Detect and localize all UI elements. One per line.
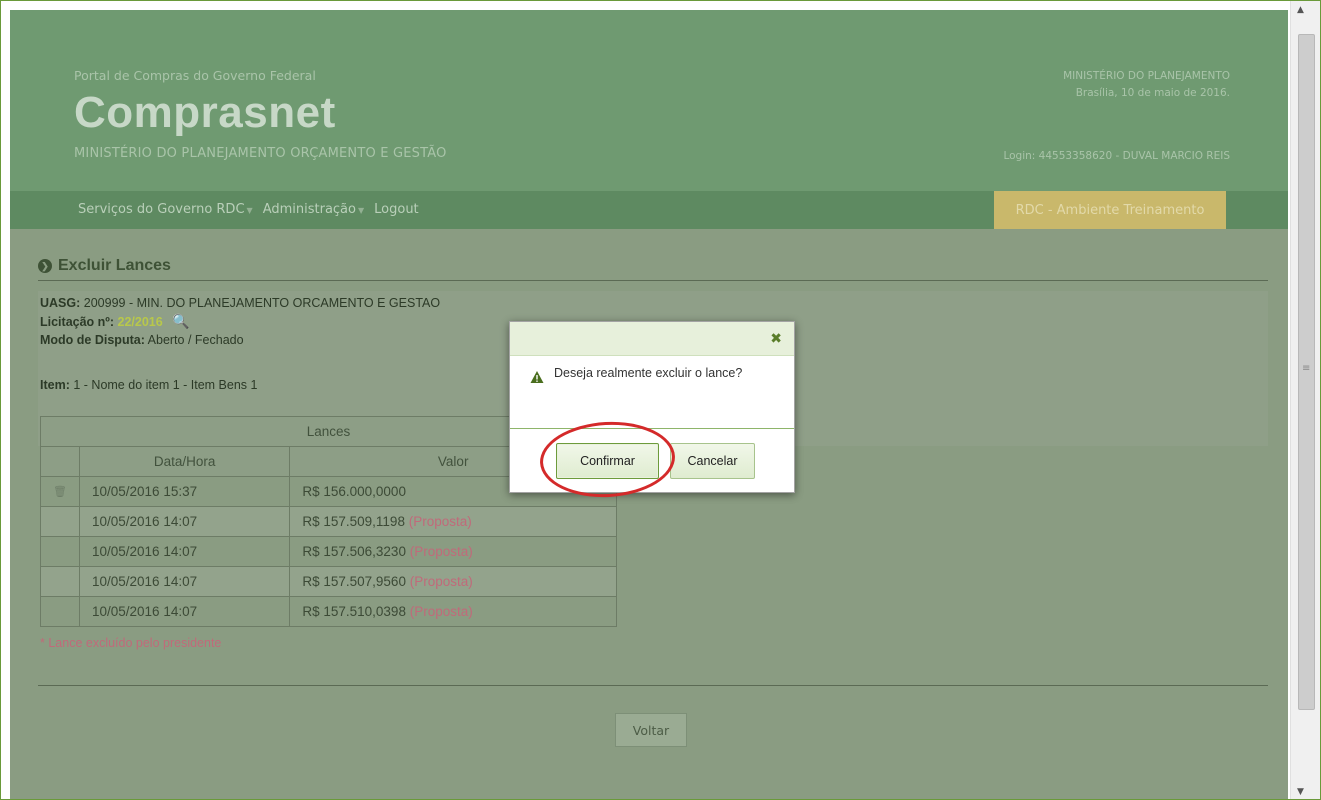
confirm-dialog: ✖ Deseja realmente excluir o lance? Conf… (509, 321, 795, 501)
uasg-label: UASG: (40, 296, 81, 310)
grip-icon: ≡ (1302, 363, 1311, 374)
valor-text: R$ 157.509,1198 (302, 514, 405, 529)
vertical-scrollbar[interactable]: ▲ ≡ ▼ (1290, 1, 1320, 799)
nav-menu: Serviços do Governo RDC ▼ Administração ▼ … (78, 202, 419, 217)
cell-data-hora: 10/05/2016 14:07 (78, 536, 291, 567)
nav-item-administracao[interactable]: Administração ▼ (263, 202, 364, 217)
bottom-divider (38, 685, 1268, 686)
cell-data-hora: 10/05/2016 15:37 (78, 476, 291, 507)
cancel-button[interactable]: Cancelar (670, 443, 755, 479)
voltar-button[interactable]: Voltar (615, 713, 687, 747)
site-header: Portal de Compras do Governo Federal Com… (10, 10, 1288, 229)
browser-frame: Portal de Compras do Governo Federal Com… (0, 0, 1321, 800)
licitacao-number: 22/2016 (117, 315, 163, 329)
proposta-tag: (Proposta) (409, 544, 473, 559)
column-header-data-hora: Data/Hora (78, 446, 291, 477)
uasg-value: 200999 - MIN. DO PLANEJAMENTO ORCAMENTO … (83, 296, 441, 310)
magnifier-icon[interactable]: 🔍 (172, 313, 190, 329)
chevron-down-icon: ▼ (246, 206, 253, 215)
empty-cell (40, 596, 80, 627)
page-title-text: Excluir Lances (58, 257, 171, 274)
modo-row: Modo de Disputa: Aberto / Fechado (40, 333, 244, 347)
ministry-subtitle: MINISTÉRIO DO PLANEJAMENTO ORÇAMENTO E G… (74, 146, 447, 161)
cell-data-hora: 10/05/2016 14:07 (78, 566, 291, 597)
table-row: 10/05/2016 14:07 R$ 157.509,1198 (Propost… (40, 506, 617, 537)
valor-text: R$ 156.000,0000 (302, 484, 406, 499)
licitacao-label: Licitação nº: (40, 315, 115, 329)
cell-data-hora: 10/05/2016 14:07 (78, 596, 291, 627)
table-body: 🗑 10/05/2016 15:37 R$ 156.000,0000 10/05/20… (40, 476, 617, 627)
title-divider (38, 280, 1268, 281)
empty-cell (40, 506, 80, 537)
licitacao-row: Licitação nº: 22/2016 🔍 (40, 313, 190, 329)
login-info: Login: 44553358620 - DUVAL MARCIO REIS (1003, 150, 1230, 162)
nav-bar: Serviços do Governo RDC ▼ Administração ▼ … (10, 191, 1288, 229)
scroll-down-icon[interactable]: ▼ (1297, 787, 1304, 797)
page-title: ❯ Excluir Lances (38, 257, 171, 275)
chevron-down-icon: ▼ (357, 206, 365, 215)
warning-icon (530, 371, 544, 383)
empty-cell (40, 566, 80, 597)
proposta-tag: (Proposta) (409, 604, 473, 619)
main-content: ❯ Excluir Lances UASG: 200999 - MIN. DO … (10, 229, 1288, 799)
column-icon (40, 446, 80, 477)
item-row: Item: 1 - Nome do item 1 - Item Bens 1 (40, 378, 257, 392)
valor-text: R$ 157.507,9560 (302, 574, 406, 589)
portal-label: Portal de Compras do Governo Federal (74, 68, 316, 83)
brand-logo[interactable]: Comprasnet (74, 88, 336, 138)
item-value: 1 - Nome do item 1 - Item Bens 1 (73, 378, 258, 392)
table-row: 10/05/2016 14:07 R$ 157.510,0398 (Propost… (40, 596, 617, 627)
dialog-message: Deseja realmente excluir o lance? (554, 366, 743, 380)
valor-text: R$ 157.506,3230 (302, 544, 406, 559)
trash-icon[interactable]: 🗑 (40, 476, 80, 507)
arrow-right-icon: ❯ (38, 259, 52, 273)
scroll-up-icon[interactable]: ▲ (1297, 5, 1304, 15)
cell-valor: R$ 157.510,0398 (Proposta) (289, 596, 617, 627)
cell-valor: R$ 157.509,1198 (Proposta) (289, 506, 617, 537)
nav-item-servicos[interactable]: Serviços do Governo RDC ▼ (78, 202, 253, 217)
exclusion-note: * Lance excluído pelo presidente (40, 636, 222, 650)
scroll-thumb[interactable]: ≡ (1298, 34, 1315, 710)
cell-valor: R$ 157.507,9560 (Proposta) (289, 566, 617, 597)
header-ministry: MINISTÉRIO DO PLANEJAMENTO (1063, 70, 1230, 82)
environment-badge: RDC - Ambiente Treinamento (994, 191, 1226, 229)
dialog-header: ✖ (510, 322, 794, 356)
modo-value: Aberto / Fechado (147, 333, 244, 347)
proposta-tag: (Proposta) (408, 514, 472, 529)
valor-text: R$ 157.510,0398 (302, 604, 406, 619)
close-icon[interactable]: ✖ (770, 331, 782, 347)
cell-valor: R$ 157.506,3230 (Proposta) (289, 536, 617, 567)
highlight-circle (538, 418, 677, 501)
uasg-row: UASG: 200999 - MIN. DO PLANEJAMENTO ORCA… (40, 296, 440, 310)
cell-data-hora: 10/05/2016 14:07 (78, 506, 291, 537)
proposta-tag: (Proposta) (409, 574, 473, 589)
table-row: 10/05/2016 14:07 R$ 157.506,3230 (Propost… (40, 536, 617, 567)
modo-label: Modo de Disputa: (40, 333, 145, 347)
table-row: 10/05/2016 14:07 R$ 157.507,9560 (Propost… (40, 566, 617, 597)
empty-cell (40, 536, 80, 567)
nav-item-logout[interactable]: Logout (374, 202, 419, 217)
item-label: Item: (40, 378, 70, 392)
header-date: Brasília, 10 de maio de 2016. (1075, 87, 1230, 99)
